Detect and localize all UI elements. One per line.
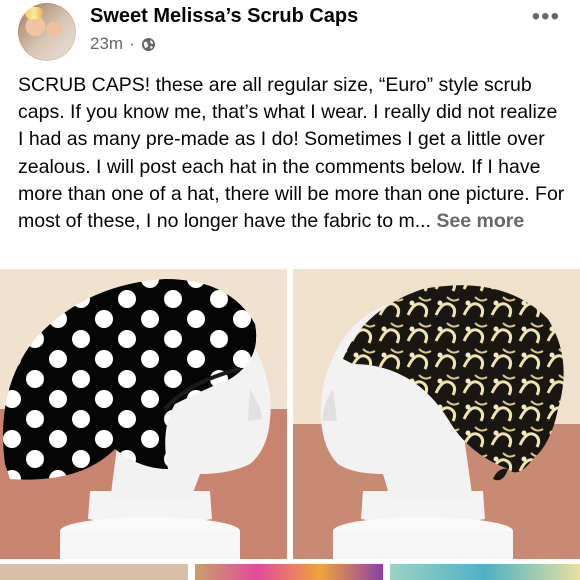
black-cream-floral-scrub-cap-photo[interactable] [293,269,580,559]
post-text-content: SCRUB CAPS! these are all regular size, … [18,74,565,233]
page-avatar[interactable] [18,3,76,61]
post-body: SCRUB CAPS! these are all regular size, … [18,72,566,235]
avatar-sparkle [25,7,43,19]
more-options-icon[interactable]: ••• [532,5,560,29]
meta-separator: · [129,34,135,53]
next-photo-thumb-3[interactable] [390,564,580,580]
see-more-link[interactable]: See more [436,210,524,232]
globe-icon[interactable] [141,37,156,52]
next-photo-thumb-1[interactable] [0,564,188,580]
page-name-link[interactable]: Sweet Melissa’s Scrub Caps [90,5,358,28]
post-timestamp[interactable]: 23m [90,34,123,54]
post-meta: 23m · [90,34,156,54]
post-header: Sweet Melissa’s Scrub Caps 23m · ••• [0,0,580,64]
next-photo-thumb-2[interactable] [195,564,383,580]
polka-dot-scrub-cap-photo[interactable] [0,269,287,559]
